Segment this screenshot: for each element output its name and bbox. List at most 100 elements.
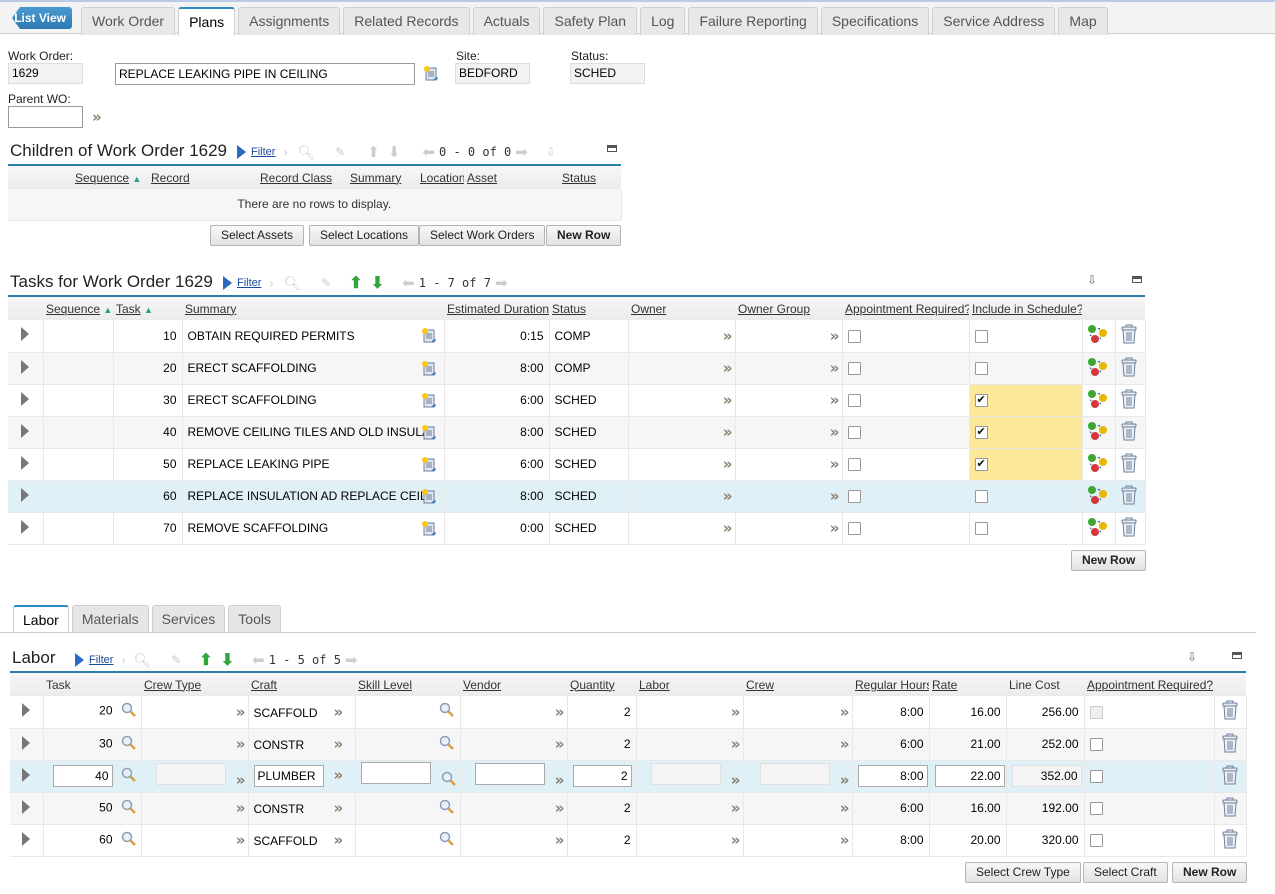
- select-crew-type-button[interactable]: Select Crew Type: [965, 862, 1081, 883]
- tab-log[interactable]: Log: [640, 7, 686, 35]
- tab-assignments[interactable]: Assignments: [238, 7, 341, 35]
- expand-row-icon[interactable]: [21, 487, 30, 502]
- labor-new-row-button[interactable]: New Row: [1172, 862, 1248, 883]
- tab-safety-plan[interactable]: Safety Plan: [543, 7, 638, 35]
- filter-link[interactable]: Filter: [89, 654, 113, 666]
- detail-menu-icon[interactable]: »: [840, 703, 850, 721]
- detail-menu-icon[interactable]: »: [555, 831, 565, 849]
- appointment-required-checkbox[interactable]: [847, 426, 861, 440]
- trash-icon[interactable]: [1120, 389, 1138, 412]
- detail-menu-icon[interactable]: »: [830, 327, 840, 345]
- col-record[interactable]: Record: [148, 165, 257, 189]
- tab-map[interactable]: Map: [1058, 7, 1108, 35]
- route-workflow-icon[interactable]: [1087, 389, 1109, 412]
- appointment-required-checkbox[interactable]: [847, 522, 861, 536]
- search-icon[interactable]: [121, 702, 137, 721]
- col-asset[interactable]: Asset: [464, 165, 559, 189]
- detail-menu-icon[interactable]: »: [334, 703, 344, 721]
- appointment-required-checkbox[interactable]: [847, 394, 861, 408]
- skill-level-field[interactable]: [360, 761, 431, 784]
- col-summary[interactable]: Summary: [347, 165, 417, 189]
- col-quantity[interactable]: Quantity: [567, 672, 636, 696]
- search-icon[interactable]: [121, 831, 137, 850]
- col-task[interactable]: Task ▲: [113, 296, 182, 320]
- detail-menu-icon[interactable]: »: [236, 831, 246, 849]
- move-up-icon[interactable]: ⬆: [199, 650, 212, 670]
- col-craft[interactable]: Craft: [248, 672, 355, 696]
- expand-row-icon[interactable]: [22, 767, 31, 782]
- task-row[interactable]: 40 REMOVE CEILING TILES AND OLD INSULA 8:0…: [8, 416, 1146, 449]
- long-description-icon[interactable]: [420, 488, 438, 509]
- detail-menu-icon[interactable]: »: [840, 735, 850, 753]
- include-in-schedule-checkbox[interactable]: [974, 329, 988, 343]
- expand-row-icon[interactable]: [21, 391, 30, 406]
- tab-work-order[interactable]: Work Order: [81, 7, 176, 35]
- appointment-required-checkbox[interactable]: [1089, 770, 1103, 784]
- subtab-materials[interactable]: Materials: [71, 605, 149, 632]
- detail-menu-icon[interactable]: »: [334, 831, 344, 849]
- expand-row-icon[interactable]: [22, 703, 31, 718]
- detail-menu-icon[interactable]: »: [731, 703, 741, 721]
- col-status[interactable]: Status: [559, 165, 621, 189]
- trash-icon[interactable]: [1221, 733, 1239, 756]
- detail-menu-icon[interactable]: »: [334, 799, 344, 817]
- search-icon[interactable]: [439, 799, 455, 818]
- description-input[interactable]: REPLACE LEAKING PIPE IN CEILING: [115, 63, 415, 85]
- detail-menu-icon[interactable]: »: [555, 703, 565, 721]
- regular-hours-field[interactable]: 8:00: [857, 765, 928, 787]
- move-down-icon[interactable]: ⬇: [221, 650, 234, 670]
- trash-icon[interactable]: [1120, 453, 1138, 476]
- expand-row-icon[interactable]: [22, 799, 31, 814]
- filter-link[interactable]: Filter: [251, 146, 275, 158]
- long-description-icon[interactable]: [420, 424, 438, 445]
- long-description-icon[interactable]: [420, 327, 438, 348]
- download-icon[interactable]: ⇩: [1187, 650, 1197, 664]
- select-locations-button[interactable]: Select Locations: [309, 225, 420, 246]
- tasks-new-row-button[interactable]: New Row: [1071, 550, 1147, 571]
- trash-icon[interactable]: [1120, 324, 1138, 347]
- detail-menu-icon[interactable]: »: [723, 423, 733, 441]
- labor-row[interactable]: 40 » PLUMBER » » 2 » » 8:00 22.00 352.00: [10, 760, 1247, 793]
- trash-icon[interactable]: [1221, 829, 1239, 852]
- download-icon[interactable]: ⇩: [1087, 273, 1097, 287]
- col-owner-group[interactable]: Owner Group: [735, 296, 842, 320]
- search-icon[interactable]: [121, 735, 137, 754]
- include-in-schedule-checkbox[interactable]: [974, 425, 988, 440]
- minimize-icon[interactable]: [1132, 276, 1142, 283]
- select-work-orders-button[interactable]: Select Work Orders: [419, 225, 546, 246]
- include-in-schedule-checkbox[interactable]: [974, 362, 988, 376]
- tab-failure-reporting[interactable]: Failure Reporting: [688, 7, 818, 35]
- filter-toggle-icon[interactable]: [75, 653, 84, 667]
- trash-icon[interactable]: [1221, 797, 1239, 820]
- detail-menu-icon[interactable]: »: [723, 455, 733, 473]
- detail-menu-icon[interactable]: »: [723, 359, 733, 377]
- route-workflow-icon[interactable]: [1087, 453, 1109, 476]
- long-description-icon[interactable]: [422, 65, 440, 86]
- task-row[interactable]: 70 REMOVE SCAFFOLDING 0:00 SCHED » »: [8, 512, 1146, 545]
- labor-row[interactable]: 30 » CONSTR » » 2 » » 6:00 21.00 252.00: [10, 728, 1247, 761]
- detail-menu-icon[interactable]: »: [236, 703, 246, 721]
- filter-toggle-icon[interactable]: [223, 276, 232, 290]
- col-status[interactable]: Status: [549, 296, 628, 320]
- long-description-icon[interactable]: [420, 392, 438, 413]
- trash-icon[interactable]: [1221, 765, 1239, 788]
- col-record-class[interactable]: Record Class: [257, 165, 347, 189]
- task-field[interactable]: 40: [52, 765, 113, 787]
- detail-menu-icon[interactable]: »: [92, 108, 102, 126]
- minimize-icon[interactable]: [607, 145, 617, 152]
- quantity-field[interactable]: 2: [572, 765, 632, 787]
- detail-menu-icon[interactable]: »: [723, 391, 733, 409]
- long-description-icon[interactable]: [420, 520, 438, 541]
- detail-menu-icon[interactable]: »: [731, 831, 741, 849]
- include-in-schedule-checkbox[interactable]: [974, 457, 988, 472]
- parent-wo-input[interactable]: [8, 106, 83, 128]
- col-skill-level[interactable]: Skill Level: [355, 672, 460, 696]
- col-appointment-required[interactable]: Appointment Required?: [842, 296, 969, 320]
- labor-row[interactable]: 50 » CONSTR » » 2 » » 6:00 16.00 192.00: [10, 792, 1247, 825]
- trash-icon[interactable]: [1221, 700, 1239, 723]
- col-appointment-required[interactable]: Appointment Required?: [1084, 672, 1214, 696]
- col-include-in-schedule[interactable]: Include in Schedule?: [969, 296, 1082, 320]
- appointment-required-checkbox[interactable]: [1089, 738, 1103, 752]
- col-owner[interactable]: Owner: [628, 296, 735, 320]
- task-row[interactable]: 20 ERECT SCAFFOLDING 8:00 COMP » »: [8, 352, 1146, 385]
